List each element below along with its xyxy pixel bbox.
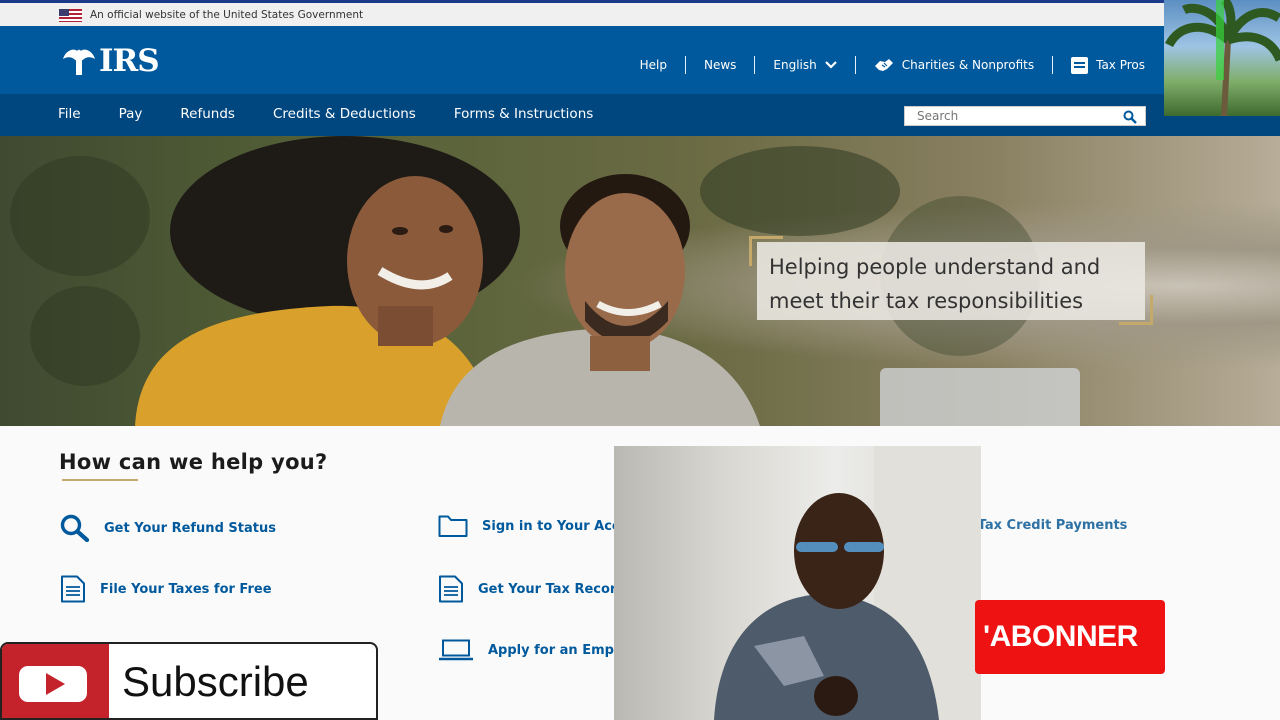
hero-banner: Helping people understand and meet their… — [0, 136, 1280, 426]
search-input[interactable] — [905, 109, 1115, 123]
hero-callout-line2: meet their tax responsibilities — [769, 289, 1084, 313]
utility-nav: Help News English Charities & Nonprofits — [622, 56, 1145, 74]
refund-status-link[interactable]: Get Your Refund Status — [60, 514, 276, 542]
hero-photo-couple — [135, 136, 760, 426]
charities-link[interactable]: Charities & Nonprofits — [856, 57, 1052, 73]
search-icon[interactable] — [1123, 110, 1137, 124]
help-title: How can we help you? — [59, 450, 328, 474]
help-link[interactable]: Help — [622, 58, 685, 72]
tax-record-link[interactable]: Get Your Tax Record — [438, 575, 626, 603]
divider — [684, 56, 686, 74]
document-icon — [439, 575, 463, 603]
news-label: News — [703, 58, 737, 72]
hero-callout-line1: Helping people understand and — [769, 255, 1101, 279]
irs-logo[interactable]: IRS — [60, 43, 160, 79]
subscribe-label: Subscribe — [122, 658, 309, 705]
abonner-button[interactable]: 'ABONNER — [975, 600, 1165, 674]
search-icon — [60, 514, 90, 542]
gov-banner-text: An official website of the United States… — [90, 9, 364, 21]
search-box — [904, 106, 1146, 126]
language-label: English — [773, 58, 817, 72]
divider — [1052, 56, 1054, 74]
file-free-link[interactable]: File Your Taxes for Free — [60, 575, 272, 603]
youtube-logo-icon — [2, 644, 109, 718]
abonner-label: 'ABONNER — [983, 620, 1138, 653]
site-header: IRS Help News English Charities & Nonpro… — [0, 26, 1164, 94]
presenter-photo — [714, 446, 981, 720]
id-card-icon — [1071, 56, 1089, 74]
subscribe-button[interactable]: Subscribe — [0, 642, 378, 720]
charities-label: Charities & Nonprofits — [901, 58, 1035, 72]
nav-item-credits-deductions[interactable]: Credits & Deductions — [273, 106, 416, 122]
eagle-icon — [63, 49, 95, 75]
main-nav: File Pay Refunds Credits & Deductions Fo… — [0, 94, 1280, 136]
file-free-label: File Your Taxes for Free — [100, 581, 272, 597]
handshake-icon — [874, 59, 893, 71]
nav-item-forms-instructions[interactable]: Forms & Instructions — [454, 106, 593, 122]
callout-corner — [1119, 295, 1153, 325]
chevron-down-icon — [824, 61, 837, 69]
document-icon — [61, 575, 85, 603]
help-label: Help — [639, 58, 667, 72]
nav-item-file[interactable]: File — [58, 106, 81, 122]
palm-tree-illustration — [1164, 0, 1280, 116]
us-flag-icon — [59, 9, 82, 22]
hero-callout: Helping people understand and meet their… — [757, 242, 1145, 320]
refund-status-label: Get Your Refund Status — [104, 520, 276, 536]
nav-item-pay[interactable]: Pay — [119, 106, 143, 122]
language-dropdown[interactable]: English — [755, 58, 854, 72]
title-underline — [62, 479, 138, 481]
tax-pros-link[interactable]: Tax Pros — [1053, 56, 1145, 74]
folder-icon — [438, 515, 468, 537]
laptop-illustration — [880, 368, 1080, 426]
nav-item-refunds[interactable]: Refunds — [180, 106, 235, 122]
divider — [754, 56, 756, 74]
video-thumbnail — [1164, 0, 1280, 116]
tax-pros-label: Tax Pros — [1096, 58, 1145, 72]
irs-homepage: An official website of the United States… — [0, 0, 1280, 720]
logo-text: IRS — [99, 43, 160, 79]
news-link[interactable]: News — [686, 58, 754, 72]
divider — [854, 56, 856, 74]
tax-record-label: Get Your Tax Record — [478, 581, 626, 597]
laptop-icon — [439, 639, 473, 661]
webcam-overlay — [614, 446, 981, 720]
gov-banner: An official website of the United States… — [0, 0, 1164, 26]
